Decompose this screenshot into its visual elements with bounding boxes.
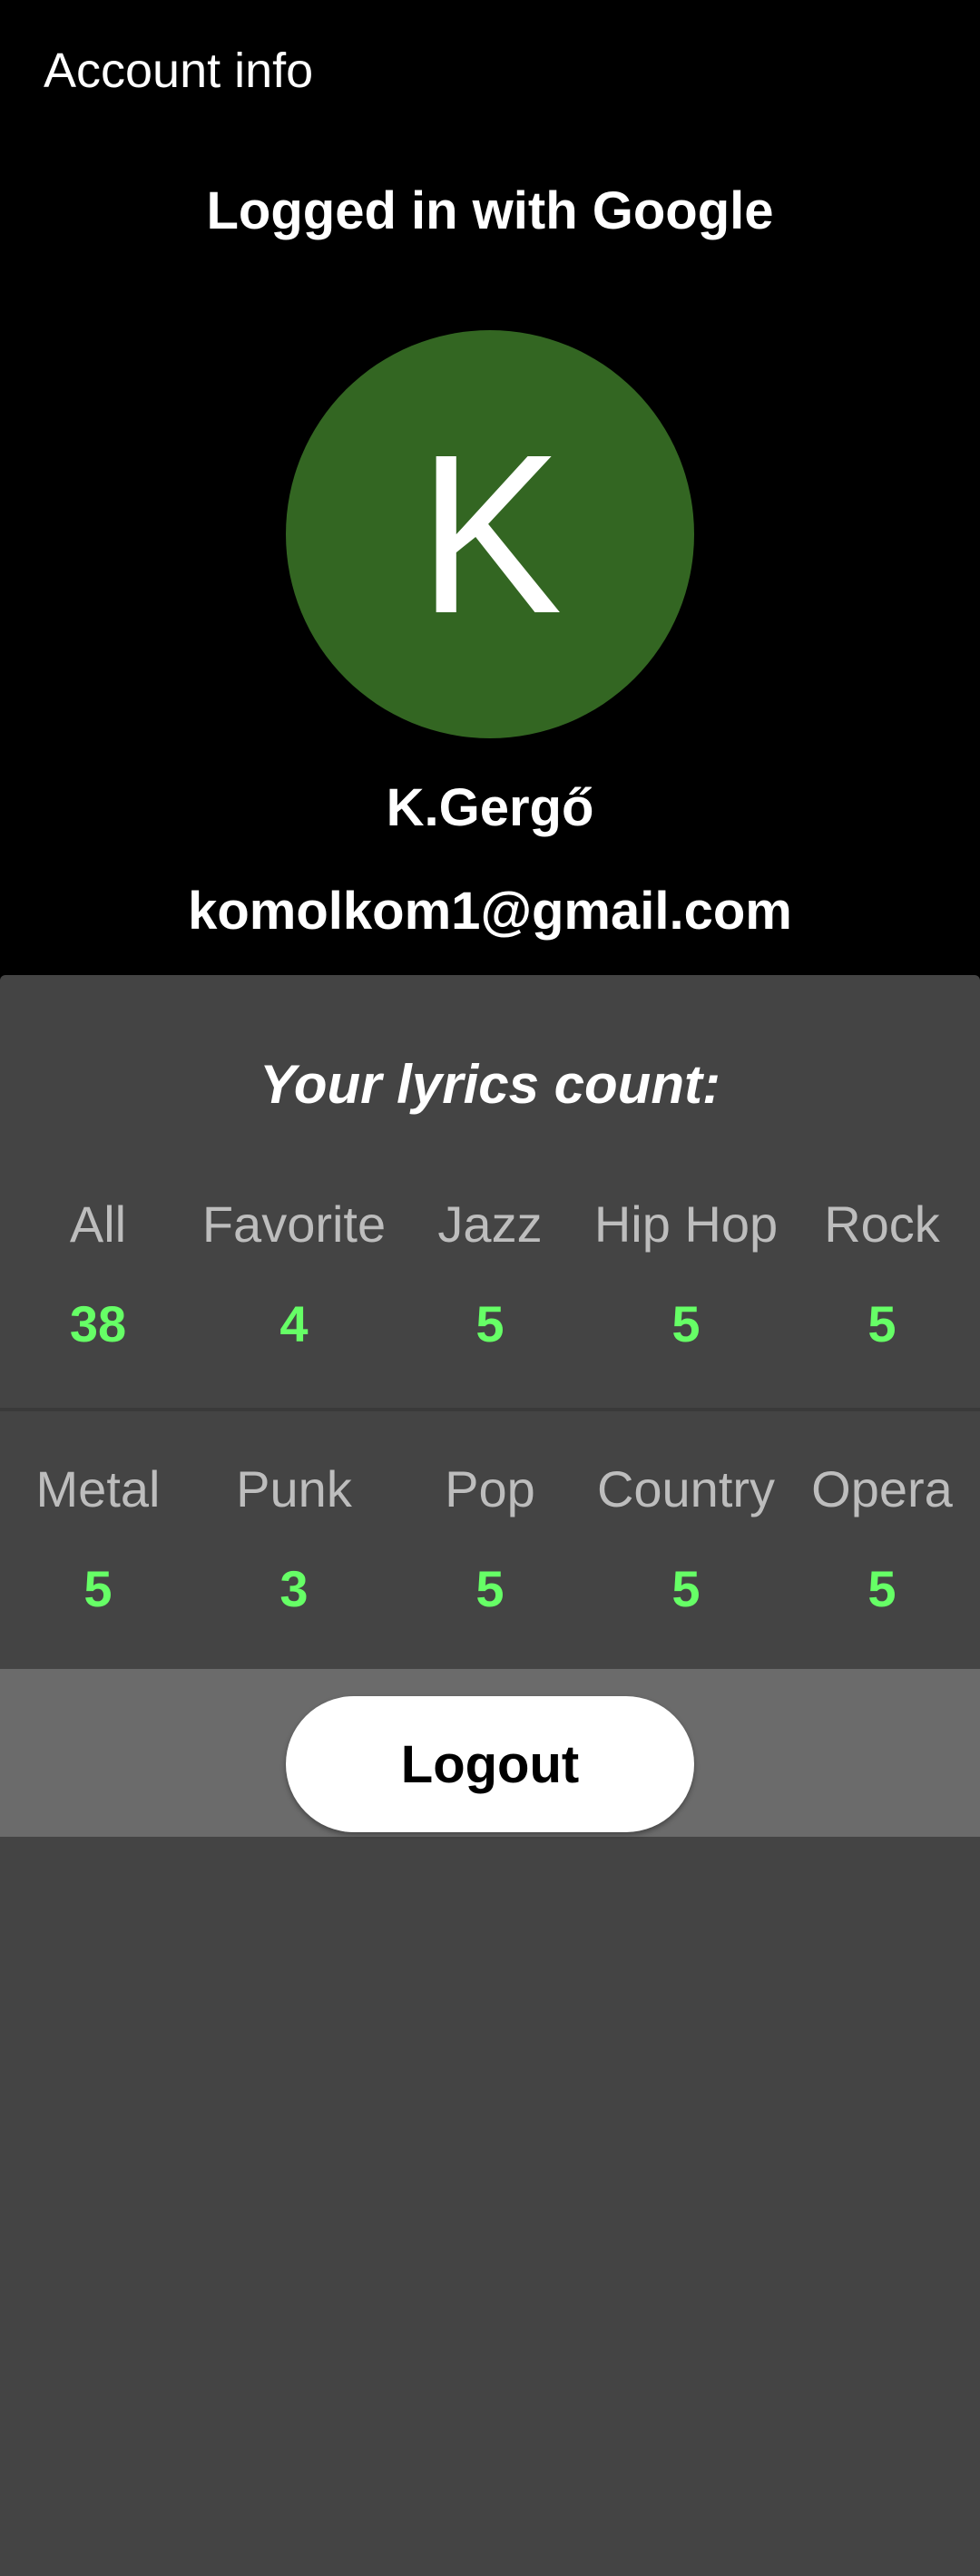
avatar-letter: K xyxy=(417,407,563,660)
stat-metal: Metal 5 xyxy=(0,1458,196,1621)
user-name: K.Gergő xyxy=(386,778,594,837)
stat-label: Punk xyxy=(236,1460,352,1517)
lyrics-count-heading: Your lyrics count: xyxy=(260,1054,720,1115)
stat-label: Hip Hop xyxy=(593,1195,779,1253)
stat-value: 5 xyxy=(475,1295,505,1352)
stat-label: Rock xyxy=(824,1195,940,1253)
stat-value: 3 xyxy=(279,1560,309,1617)
stat-country: Country 5 xyxy=(588,1458,784,1621)
login-method-text: Logged in with Google xyxy=(206,181,774,240)
stat-hip-hop: Hip Hop 5 xyxy=(588,1193,784,1356)
stat-label: Metal xyxy=(35,1460,161,1517)
stat-value: 5 xyxy=(475,1560,505,1617)
logout-button[interactable]: Logout xyxy=(286,1696,694,1832)
stat-value: 5 xyxy=(867,1560,897,1617)
stats-row-2: Metal 5 Punk 3 Pop 5 Country 5 Opera 5 xyxy=(0,1458,980,1621)
stat-label: Country xyxy=(596,1460,776,1517)
stat-label: All xyxy=(69,1195,127,1253)
stats-row-1: All 38 Favorite 4 Jazz 5 Hip Hop 5 Rock … xyxy=(0,1193,980,1356)
stat-opera: Opera 5 xyxy=(784,1458,980,1621)
stat-value: 5 xyxy=(867,1295,897,1352)
stat-value: 38 xyxy=(69,1295,127,1352)
stat-favorite: Favorite 4 xyxy=(196,1193,392,1356)
stat-value: 5 xyxy=(671,1560,701,1617)
stat-value: 4 xyxy=(279,1295,309,1352)
stat-value: 5 xyxy=(671,1295,701,1352)
stat-rock: Rock 5 xyxy=(784,1193,980,1356)
stat-punk: Punk 3 xyxy=(196,1458,392,1621)
stat-label: Pop xyxy=(445,1460,535,1517)
stats-row-divider xyxy=(0,1408,980,1411)
user-email: komolkom1@gmail.com xyxy=(188,882,792,941)
stat-label: Opera xyxy=(811,1460,953,1517)
stat-jazz: Jazz 5 xyxy=(392,1193,588,1356)
avatar: K xyxy=(286,330,694,738)
stat-label: Jazz xyxy=(437,1195,543,1253)
stat-all: All 38 xyxy=(0,1193,196,1356)
page-title: Account info xyxy=(44,44,314,98)
stat-value: 5 xyxy=(83,1560,113,1617)
stat-pop: Pop 5 xyxy=(392,1458,588,1621)
stat-label: Favorite xyxy=(201,1195,387,1253)
